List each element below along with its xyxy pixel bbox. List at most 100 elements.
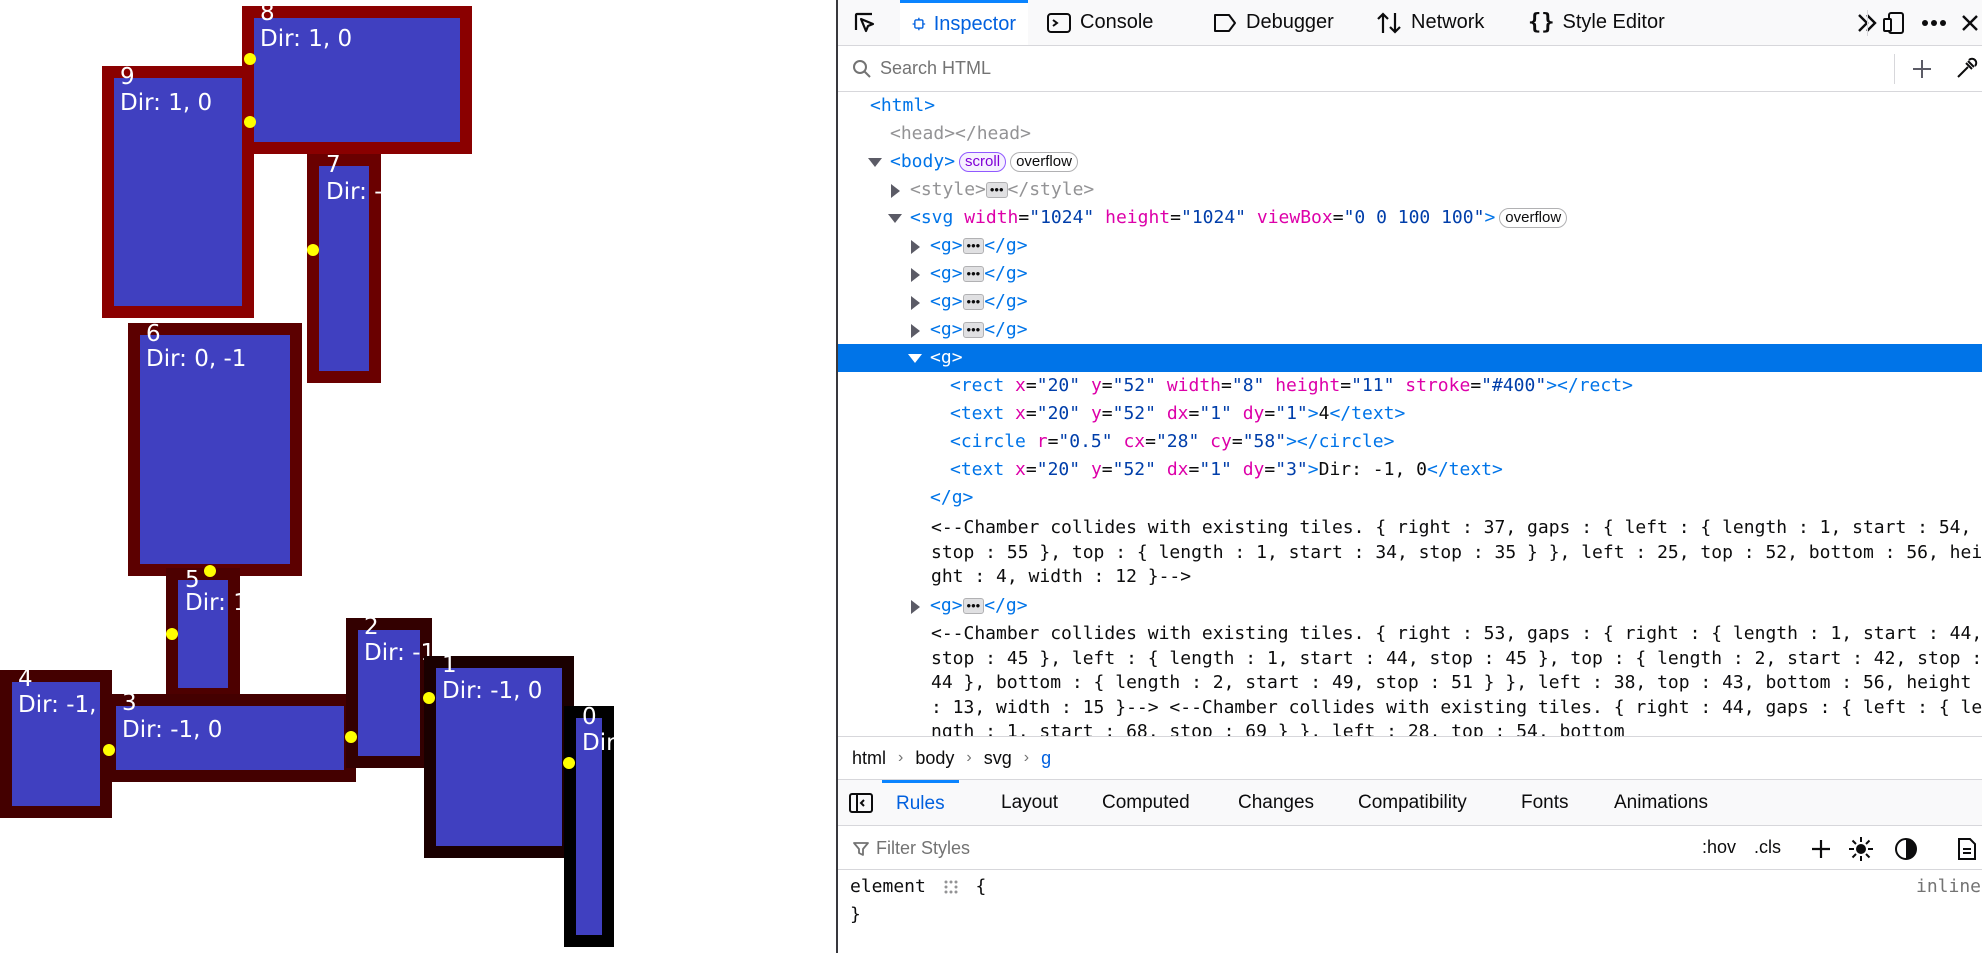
breadcrumb-item-html[interactable]: html: [852, 748, 886, 769]
hov-toggle[interactable]: :hov: [1702, 837, 1736, 858]
dark-mode-icon[interactable]: [1894, 837, 1918, 861]
tag-name: g: [1005, 291, 1017, 312]
breadcrumb-item-svg[interactable]: svg: [984, 748, 1012, 769]
print-media-icon[interactable]: [1956, 837, 1978, 861]
search-html-input[interactable]: Search HTML: [880, 58, 991, 79]
expand-toggle[interactable]: [888, 214, 902, 223]
tab-changes[interactable]: Changes: [1238, 780, 1314, 825]
markup-node-g[interactable]: <g> ••• </g>: [838, 316, 1982, 344]
add-node-icon[interactable]: [1911, 58, 1933, 80]
toggle-sidebar-icon[interactable]: [848, 792, 874, 814]
devtools-toolbar: Inspector Console Debugger Network {} St…: [838, 0, 1982, 46]
expand-toggle[interactable]: [911, 600, 920, 614]
attr-name: width: [1166, 375, 1222, 396]
tab-layout[interactable]: Layout: [1001, 780, 1058, 825]
attr-value: "1": [1199, 459, 1232, 480]
expand-toggle[interactable]: [868, 158, 882, 167]
collapsed-content-icon[interactable]: •••: [962, 266, 985, 282]
filter-icon: [853, 842, 869, 856]
collapsed-content-icon[interactable]: •••: [962, 294, 985, 310]
expand-toggle[interactable]: [911, 268, 920, 282]
attr-name: x: [1015, 403, 1026, 424]
markup-node-g[interactable]: <g> ••• </g>: [838, 232, 1982, 260]
toolbox-menu-button[interactable]: [1918, 8, 1950, 38]
attr-value: "1": [1199, 403, 1232, 424]
expand-toggle[interactable]: [911, 240, 920, 254]
markup-node-g[interactable]: <g> ••• </g>: [838, 260, 1982, 288]
close-devtools-button[interactable]: [1956, 8, 1982, 38]
pick-element-icon: [854, 12, 875, 33]
markup-node-head[interactable]: <head></head>: [838, 120, 1982, 148]
collapsed-content-icon[interactable]: •••: [962, 322, 985, 338]
markup-node-g-selected[interactable]: <g>: [838, 344, 1982, 372]
tag-name: text: [960, 459, 1005, 480]
tag-name: g: [940, 263, 952, 284]
overflow-badge[interactable]: overflow: [1010, 152, 1078, 172]
rule-source[interactable]: inline: [1916, 876, 1981, 897]
breadcrumb-item-g[interactable]: g: [1041, 748, 1051, 769]
markup-node-text[interactable]: <text x="20" y="52" dx="1" dy="3">Dir: -…: [838, 456, 1982, 484]
collapsed-content-icon[interactable]: •••: [962, 598, 985, 614]
markup-node-g[interactable]: <g> ••• </g>: [838, 592, 1982, 620]
markup-node-g[interactable]: <g> ••• </g>: [838, 288, 1982, 316]
chamber-7: 7 Dir: -1, 0: [307, 152, 426, 383]
expand-toggle[interactable]: [911, 324, 920, 338]
scroll-badge[interactable]: scroll: [959, 152, 1007, 172]
eyedropper-icon[interactable]: [1954, 57, 1978, 81]
network-icon: [1377, 11, 1401, 34]
debugger-icon: [1214, 13, 1236, 32]
light-mode-icon[interactable]: [1848, 836, 1874, 862]
markup-comment[interactable]: <--Chamber collides with existing tiles.…: [931, 516, 1982, 590]
tab-rules[interactable]: Rules: [882, 780, 959, 825]
door-marker: [307, 244, 319, 256]
tag-name: g: [1005, 263, 1017, 284]
chamber-0: 0 Dir: 1, 0: [564, 704, 674, 947]
collapsed-content-icon[interactable]: •••: [962, 238, 985, 254]
responsive-design-button[interactable]: [1878, 8, 1910, 38]
tab-animations[interactable]: Animations: [1614, 780, 1708, 825]
markup-node-html[interactable]: <html>: [838, 92, 1982, 120]
tab-compatibility[interactable]: Compatibility: [1358, 780, 1467, 825]
tab-debugger[interactable]: Debugger: [1212, 0, 1334, 45]
tab-computed[interactable]: Computed: [1102, 780, 1190, 825]
chamber-map: 8 Dir: 1, 0 9 Dir: 1, 0 7 Dir: -1, 0 6 D…: [0, 0, 674, 947]
markup-node-style[interactable]: <style> ••• </style>: [838, 176, 1982, 204]
chamber-id-label: 6: [146, 321, 161, 347]
breadcrumb-item-body[interactable]: body: [915, 748, 954, 769]
tab-inspector[interactable]: Inspector: [900, 0, 1028, 45]
expand-toggle[interactable]: [908, 354, 922, 363]
attr-value: "11": [1351, 375, 1395, 396]
grid-dots-icon[interactable]: [943, 879, 959, 895]
chamber-id-label: 2: [364, 614, 379, 640]
cls-toggle[interactable]: .cls: [1754, 837, 1781, 858]
element-picker-button[interactable]: [848, 8, 882, 38]
tab-label: Style Editor: [1562, 11, 1665, 33]
tag-name: text: [960, 403, 1005, 424]
markup-node-body[interactable]: <body> scroll overflow: [838, 148, 1982, 176]
tab-network[interactable]: Network: [1375, 0, 1484, 45]
markup-node-rect[interactable]: <rect x="20" y="52" width="8" height="11…: [838, 372, 1982, 400]
chamber-dir-label: Dir: 1, 0: [185, 590, 277, 616]
tag-name: rect: [960, 375, 1005, 396]
add-rule-icon[interactable]: [1810, 838, 1832, 860]
chevron-right-icon: ›: [1023, 749, 1030, 766]
expand-toggle[interactable]: [911, 296, 920, 310]
expand-toggle[interactable]: [891, 184, 900, 198]
chevron-right-icon: ›: [966, 749, 972, 766]
collapsed-content-icon[interactable]: •••: [985, 182, 1008, 198]
filter-styles-bar: Filter Styles :hov .cls: [838, 826, 1982, 870]
tab-console[interactable]: Console: [1046, 0, 1153, 45]
filter-styles-input[interactable]: Filter Styles: [876, 838, 970, 859]
tab-fonts[interactable]: Fonts: [1521, 780, 1569, 825]
tag-name: style: [1029, 179, 1084, 200]
markup-node-g-close[interactable]: </g>: [838, 484, 1982, 512]
toolbar-separator: [1867, 10, 1868, 36]
markup-node-circle[interactable]: <circle r="0.5" cx="28" cy="58"></circle…: [838, 428, 1982, 456]
markup-comment[interactable]: <--Chamber collides with existing tiles.…: [931, 622, 1982, 736]
tab-style-editor[interactable]: {} Style Editor: [1528, 0, 1665, 45]
markup-node-text[interactable]: <text x="20" y="52" dx="1" dy="1">4</tex…: [838, 400, 1982, 428]
overflow-badge[interactable]: overflow: [1499, 208, 1568, 228]
tag-name: g: [1005, 595, 1017, 616]
attr-name: stroke: [1405, 375, 1471, 396]
markup-node-svg[interactable]: <svg width="1024" height="1024" viewBox=…: [838, 204, 1982, 232]
